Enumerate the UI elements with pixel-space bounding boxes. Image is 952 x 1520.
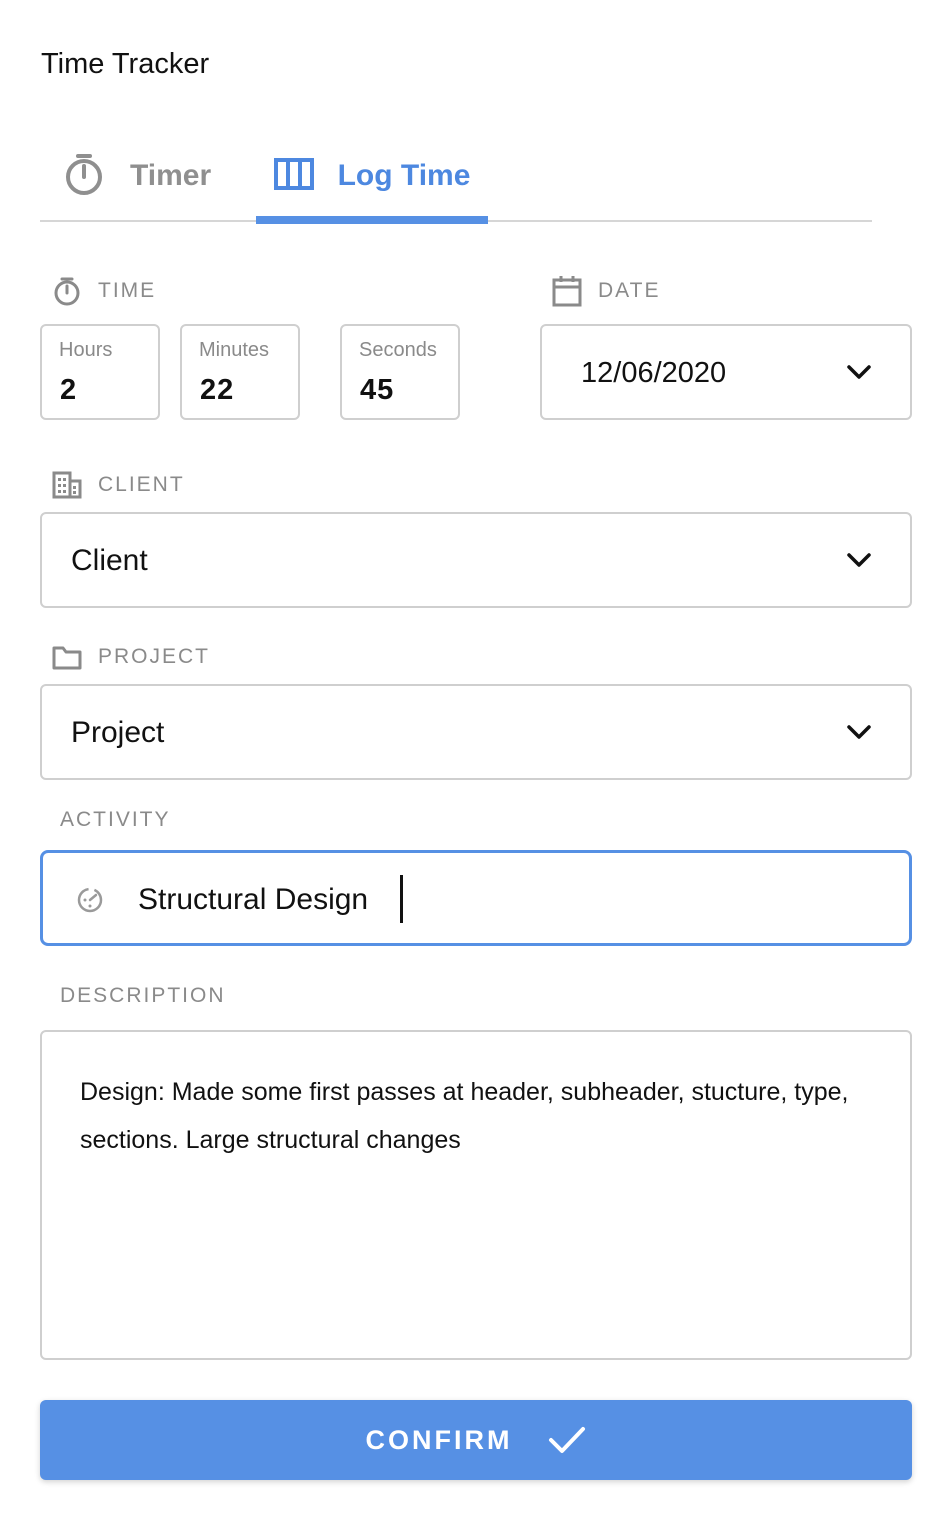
active-tab-indicator <box>256 216 488 224</box>
building-icon <box>52 470 82 500</box>
confirm-label: CONFIRM <box>365 1424 513 1455</box>
time-section-label: TIME <box>52 276 156 306</box>
columns-icon <box>273 157 314 195</box>
minutes-label: Minutes <box>199 339 270 361</box>
activity-dial-icon <box>77 887 103 913</box>
date-select[interactable]: 12/06/2020 <box>540 324 912 420</box>
seconds-field[interactable]: Seconds 45 <box>340 324 460 420</box>
description-value: Design: Made some first passes at header… <box>80 1078 849 1154</box>
chevron-down-icon <box>847 553 871 567</box>
seconds-value: 45 <box>360 374 395 406</box>
hours-field[interactable]: Hours 2 <box>40 324 160 420</box>
date-value: 12/06/2020 <box>581 357 727 389</box>
client-label: CLIENT <box>98 473 185 496</box>
client-select[interactable]: Client <box>40 512 912 608</box>
minutes-field[interactable]: Minutes 22 <box>180 324 300 420</box>
tab-timer[interactable]: Timer <box>64 130 211 222</box>
time-label: TIME <box>98 279 157 302</box>
app-title: Time Tracker <box>41 48 210 80</box>
project-label: PROJECT <box>98 645 211 668</box>
activity-label: ACTIVITY <box>60 808 171 831</box>
activity-input[interactable]: Structural Design <box>40 850 912 946</box>
minutes-value: 22 <box>200 374 235 406</box>
chevron-down-icon <box>847 365 871 379</box>
confirm-button[interactable]: CONFIRM <box>40 1400 912 1480</box>
project-section-label: PROJECT <box>52 642 210 672</box>
date-section-label: DATE <box>552 276 661 307</box>
checkmark-icon <box>549 1427 586 1453</box>
description-section-label: DESCRIPTION <box>60 984 226 1008</box>
client-section-label: CLIENT <box>52 470 185 500</box>
chevron-down-icon <box>847 725 871 739</box>
hours-label: Hours <box>59 339 113 361</box>
time-tracker-panel: Time Tracker Timer Log Time TIME DATE Ho… <box>0 0 952 1520</box>
description-label: DESCRIPTION <box>60 984 226 1007</box>
date-label: DATE <box>598 279 661 302</box>
seconds-label: Seconds <box>359 339 437 361</box>
folder-icon <box>52 642 82 672</box>
project-select[interactable]: Project <box>40 684 912 780</box>
activity-section-label: ACTIVITY <box>60 808 171 832</box>
calendar-icon <box>552 276 582 307</box>
text-cursor <box>400 875 403 923</box>
client-value: Client <box>71 544 148 577</box>
description-textarea[interactable]: Design: Made some first passes at header… <box>40 1030 912 1360</box>
project-value: Project <box>71 716 165 749</box>
tab-timer-label: Timer <box>130 159 212 192</box>
tab-log-time[interactable]: Log Time <box>256 130 488 224</box>
activity-value: Structural Design <box>138 883 369 916</box>
tab-bar: Timer Log Time <box>40 130 872 224</box>
stopwatch-icon <box>64 152 104 201</box>
stopwatch-icon <box>52 276 82 306</box>
tab-log-time-label: Log Time <box>337 159 471 192</box>
hours-value: 2 <box>60 374 78 406</box>
